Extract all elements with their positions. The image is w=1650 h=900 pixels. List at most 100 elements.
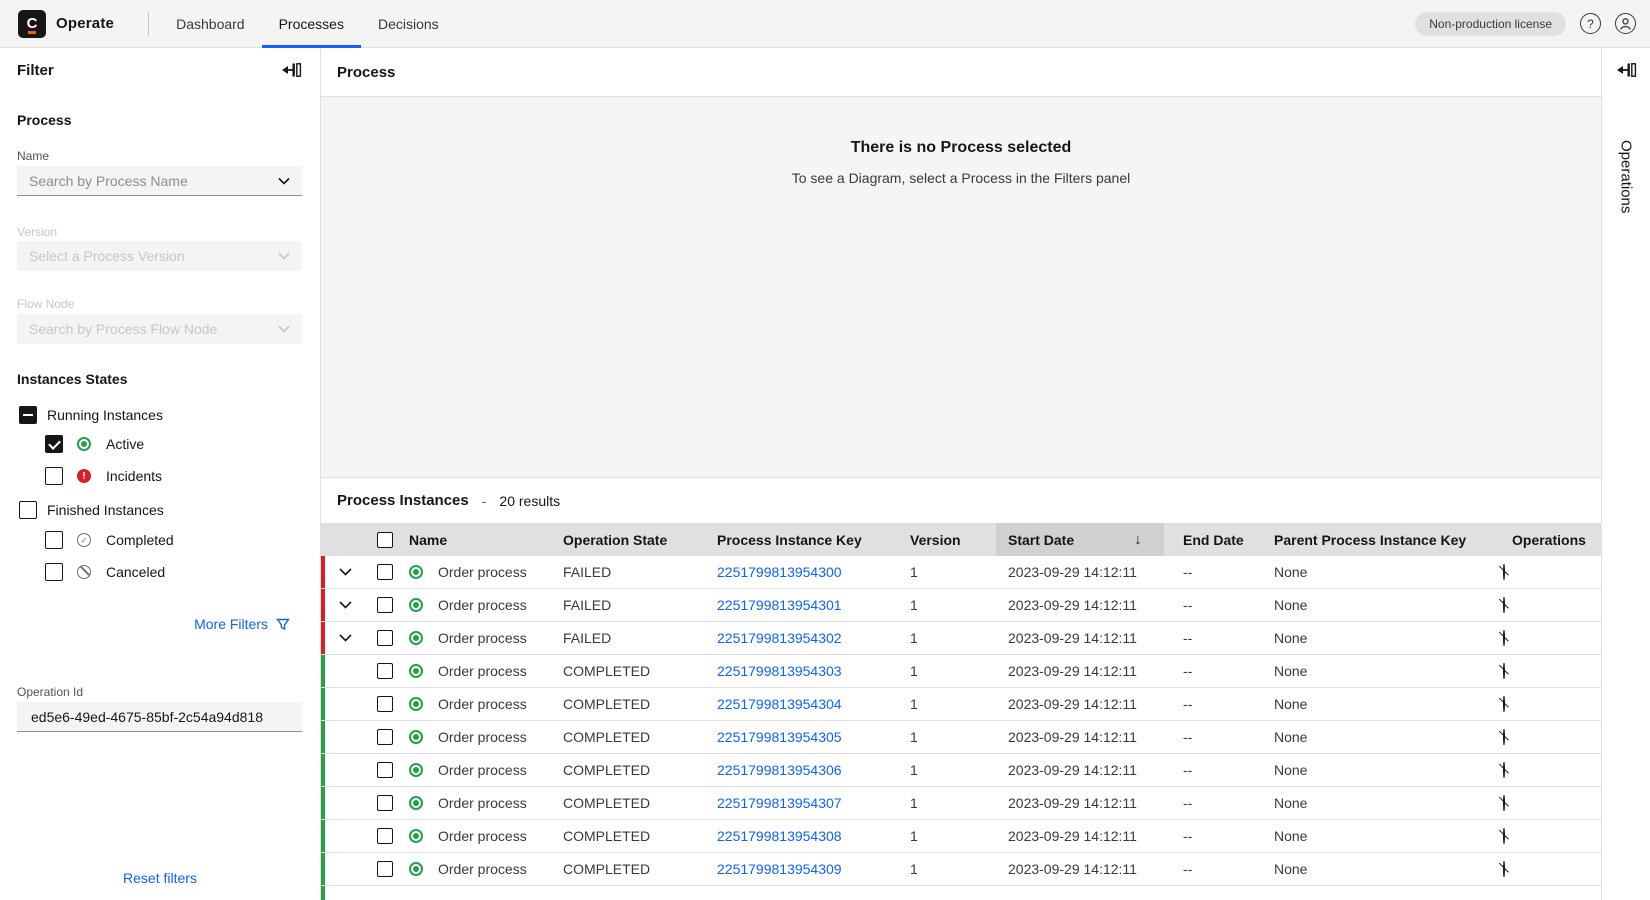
column-header-version[interactable]: Version bbox=[910, 532, 996, 548]
row-checkbox[interactable] bbox=[377, 729, 393, 745]
column-header-name[interactable]: Name bbox=[403, 532, 563, 548]
cancel-operation-icon[interactable] bbox=[1503, 729, 1505, 745]
row-checkbox[interactable] bbox=[377, 597, 393, 613]
process-instance-key-link[interactable]: 2251799813954305 bbox=[717, 729, 842, 745]
cancel-operation-icon[interactable] bbox=[1503, 696, 1505, 712]
version: 1 bbox=[910, 564, 996, 580]
select-all-checkbox[interactable] bbox=[377, 532, 393, 548]
row-state-stripe bbox=[321, 787, 325, 819]
active-state-icon bbox=[409, 862, 423, 876]
active-state-icon bbox=[409, 598, 423, 612]
process-instance-key-link[interactable]: 2251799813954308 bbox=[717, 828, 842, 844]
chevron-down-icon bbox=[278, 325, 290, 333]
expand-chevron-icon[interactable] bbox=[339, 634, 352, 642]
row-checkbox[interactable] bbox=[377, 564, 393, 580]
expand-chevron-icon[interactable] bbox=[339, 601, 352, 609]
table-row[interactable]: Order process FAILED 2251799813954301 1 … bbox=[321, 589, 1601, 622]
table-row[interactable]: Order process COMPLETED 2251799813954303… bbox=[321, 655, 1601, 688]
active-state-icon bbox=[409, 664, 423, 678]
process-instance-key-link[interactable]: 2251799813954303 bbox=[717, 663, 842, 679]
expand-operations-panel-icon[interactable] bbox=[1615, 62, 1637, 78]
column-header-end-date[interactable]: End Date bbox=[1164, 532, 1255, 548]
row-checkbox[interactable] bbox=[377, 663, 393, 679]
process-name: Order process bbox=[438, 861, 527, 877]
table-row[interactable]: Order process FAILED 2251799813954302 1 … bbox=[321, 622, 1601, 655]
process-name: Order process bbox=[438, 597, 527, 613]
process-instance-key-link[interactable]: 2251799813954307 bbox=[717, 795, 842, 811]
cancel-operation-icon[interactable] bbox=[1503, 597, 1505, 613]
cancel-operation-icon[interactable] bbox=[1503, 861, 1505, 877]
column-header-process-instance-key[interactable]: Process Instance Key bbox=[717, 532, 910, 548]
incidents-checkbox[interactable] bbox=[45, 467, 63, 485]
row-state-stripe bbox=[321, 556, 325, 588]
table-row[interactable]: Order process COMPLETED 2251799813954307… bbox=[321, 787, 1601, 820]
diagram-panel-title: Process bbox=[337, 64, 395, 81]
table-row[interactable]: Order process COMPLETED 2251799813954304… bbox=[321, 688, 1601, 721]
process-instance-key-link[interactable]: 2251799813954304 bbox=[717, 696, 842, 712]
table-row[interactable]: Order process COMPLETED 2251799813954309… bbox=[321, 853, 1601, 886]
cancel-operation-icon[interactable] bbox=[1503, 828, 1505, 844]
process-name-combobox[interactable]: Search by Process Name bbox=[17, 166, 302, 196]
row-checkbox[interactable] bbox=[377, 696, 393, 712]
parent-process-instance-key: None bbox=[1255, 630, 1493, 646]
table-row[interactable]: Order process COMPLETED 2251799813954306… bbox=[321, 754, 1601, 787]
more-filters-button[interactable]: More Filters bbox=[194, 616, 290, 632]
column-header-operations[interactable]: Operations bbox=[1493, 532, 1601, 548]
process-instance-key-link[interactable]: 2251799813954301 bbox=[717, 597, 842, 613]
state-item-active: Active bbox=[45, 430, 144, 458]
operation-state: FAILED bbox=[563, 564, 717, 580]
row-checkbox[interactable] bbox=[377, 630, 393, 646]
help-icon[interactable]: ? bbox=[1580, 13, 1601, 34]
cancel-operation-icon[interactable] bbox=[1503, 762, 1505, 778]
reset-filters-button[interactable]: Reset filters bbox=[0, 870, 320, 886]
row-checkbox[interactable] bbox=[377, 828, 393, 844]
process-instance-key-link[interactable]: 2251799813954306 bbox=[717, 762, 842, 778]
table-row[interactable]: Order process COMPLETED 2251799813954305… bbox=[321, 721, 1601, 754]
column-header-start-date[interactable]: Start Date ↓ bbox=[996, 523, 1164, 556]
cancel-operation-icon[interactable] bbox=[1503, 564, 1505, 580]
state-item-finished-instances: Finished Instances bbox=[19, 496, 164, 524]
start-date: 2023-09-29 14:12:11 bbox=[996, 762, 1164, 778]
tab-decisions[interactable]: Decisions bbox=[361, 0, 456, 48]
operation-id-label: Operation Id bbox=[17, 685, 83, 699]
top-bar: C Operate Dashboard Processes Decisions … bbox=[0, 0, 1650, 48]
process-version-combobox[interactable]: Select a Process Version bbox=[17, 241, 302, 271]
completed-checkbox[interactable] bbox=[45, 531, 63, 549]
process-name: Order process bbox=[438, 729, 527, 745]
row-state-stripe bbox=[321, 655, 325, 687]
process-name: Order process bbox=[438, 564, 527, 580]
diagram-panel-header: Process bbox=[321, 48, 1601, 97]
process-instance-key-link[interactable]: 2251799813954302 bbox=[717, 630, 842, 646]
running-instances-checkbox[interactable] bbox=[19, 406, 37, 424]
canceled-checkbox[interactable] bbox=[45, 563, 63, 581]
end-date: -- bbox=[1164, 597, 1255, 613]
parent-process-instance-key: None bbox=[1255, 828, 1493, 844]
end-date: -- bbox=[1164, 828, 1255, 844]
column-header-parent-key[interactable]: Parent Process Instance Key bbox=[1255, 532, 1493, 548]
state-item-running-instances: Running Instances bbox=[19, 401, 163, 429]
operation-id-input[interactable] bbox=[17, 702, 302, 732]
row-checkbox[interactable] bbox=[377, 861, 393, 877]
finished-instances-checkbox[interactable] bbox=[19, 501, 37, 519]
operations-rail-label: Operations bbox=[1618, 140, 1635, 213]
expand-chevron-icon[interactable] bbox=[339, 568, 352, 576]
user-profile-icon[interactable] bbox=[1615, 13, 1636, 34]
active-state-icon bbox=[409, 631, 423, 645]
cancel-operation-icon[interactable] bbox=[1503, 795, 1505, 811]
table-row[interactable]: Order process FAILED 2251799813954300 1 … bbox=[321, 556, 1601, 589]
tab-processes[interactable]: Processes bbox=[262, 0, 361, 48]
row-checkbox[interactable] bbox=[377, 795, 393, 811]
collapse-panel-icon[interactable] bbox=[280, 62, 302, 78]
cancel-operation-icon[interactable] bbox=[1503, 663, 1505, 679]
process-name: Order process bbox=[438, 795, 527, 811]
process-instance-key-link[interactable]: 2251799813954309 bbox=[717, 861, 842, 877]
process-instance-key-link[interactable]: 2251799813954300 bbox=[717, 564, 842, 580]
cancel-operation-icon[interactable] bbox=[1503, 630, 1505, 646]
row-checkbox[interactable] bbox=[377, 762, 393, 778]
column-header-operation-state[interactable]: Operation State bbox=[563, 532, 717, 548]
tab-dashboard[interactable]: Dashboard bbox=[159, 0, 262, 48]
table-row[interactable]: Order process COMPLETED 2251799813954308… bbox=[321, 820, 1601, 853]
flow-node-combobox[interactable]: Search by Process Flow Node bbox=[17, 314, 302, 344]
active-state-icon bbox=[409, 763, 423, 777]
active-checkbox[interactable] bbox=[45, 435, 63, 453]
